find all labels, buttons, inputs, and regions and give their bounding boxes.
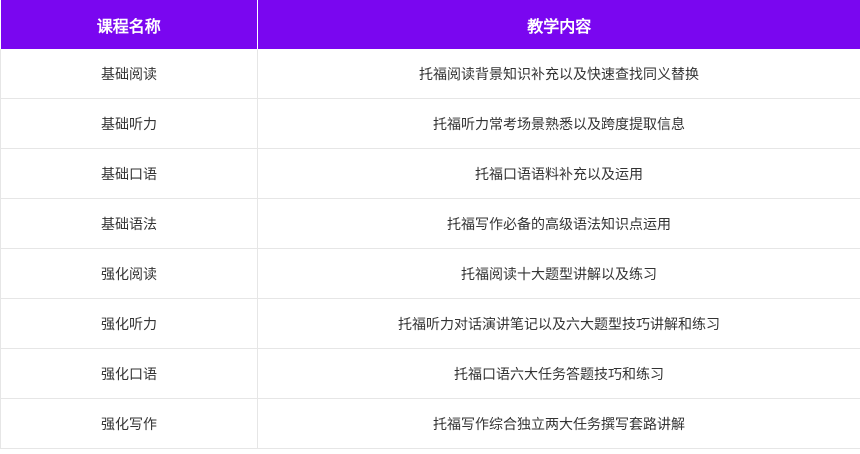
table-row: 基础口语 托福口语语料补充以及运用 [0, 148, 860, 199]
header-row: 课程名称 教学内容 [0, 0, 860, 49]
table-row: 基础听力 托福听力常考场景熟悉以及跨度提取信息 [0, 98, 860, 149]
table-row: 基础语法 托福写作必备的高级语法知识点运用 [0, 198, 860, 249]
teaching-content-cell: 托福阅读十大题型讲解以及练习 [257, 248, 860, 299]
table-body: 基础阅读 托福阅读背景知识补充以及快速查找同义替换 基础听力 托福听力常考场景熟… [0, 49, 860, 449]
course-name-cell: 基础语法 [0, 198, 258, 249]
table-row: 强化口语 托福口语六大任务答题技巧和练习 [0, 348, 860, 399]
table-row: 强化阅读 托福阅读十大题型讲解以及练习 [0, 248, 860, 299]
teaching-content-cell: 托福听力对话演讲笔记以及六大题型技巧讲解和练习 [257, 298, 860, 349]
course-name-cell: 基础阅读 [0, 49, 258, 99]
course-name-cell: 强化阅读 [0, 248, 258, 299]
table-row: 基础阅读 托福阅读背景知识补充以及快速查找同义替换 [0, 49, 860, 99]
teaching-content-cell: 托福写作必备的高级语法知识点运用 [257, 198, 860, 249]
teaching-content-cell: 托福听力常考场景熟悉以及跨度提取信息 [257, 98, 860, 149]
table-header: 课程名称 教学内容 [0, 0, 860, 49]
teaching-content-cell: 托福阅读背景知识补充以及快速查找同义替换 [257, 49, 860, 99]
course-table: 课程名称 教学内容 基础阅读 托福阅读背景知识补充以及快速查找同义替换 基础听力… [0, 0, 860, 449]
table-row: 强化写作 托福写作综合独立两大任务撰写套路讲解 [0, 398, 860, 449]
column-header-teaching-content: 教学内容 [257, 0, 860, 49]
table-row: 强化听力 托福听力对话演讲笔记以及六大题型技巧讲解和练习 [0, 298, 860, 349]
course-name-cell: 基础口语 [0, 148, 258, 199]
course-name-cell: 基础听力 [0, 98, 258, 149]
column-header-course-name: 课程名称 [0, 0, 258, 49]
course-name-cell: 强化口语 [0, 348, 258, 399]
course-name-cell: 强化写作 [0, 398, 258, 449]
teaching-content-cell: 托福写作综合独立两大任务撰写套路讲解 [257, 398, 860, 449]
teaching-content-cell: 托福口语语料补充以及运用 [257, 148, 860, 199]
teaching-content-cell: 托福口语六大任务答题技巧和练习 [257, 348, 860, 399]
course-name-cell: 强化听力 [0, 298, 258, 349]
